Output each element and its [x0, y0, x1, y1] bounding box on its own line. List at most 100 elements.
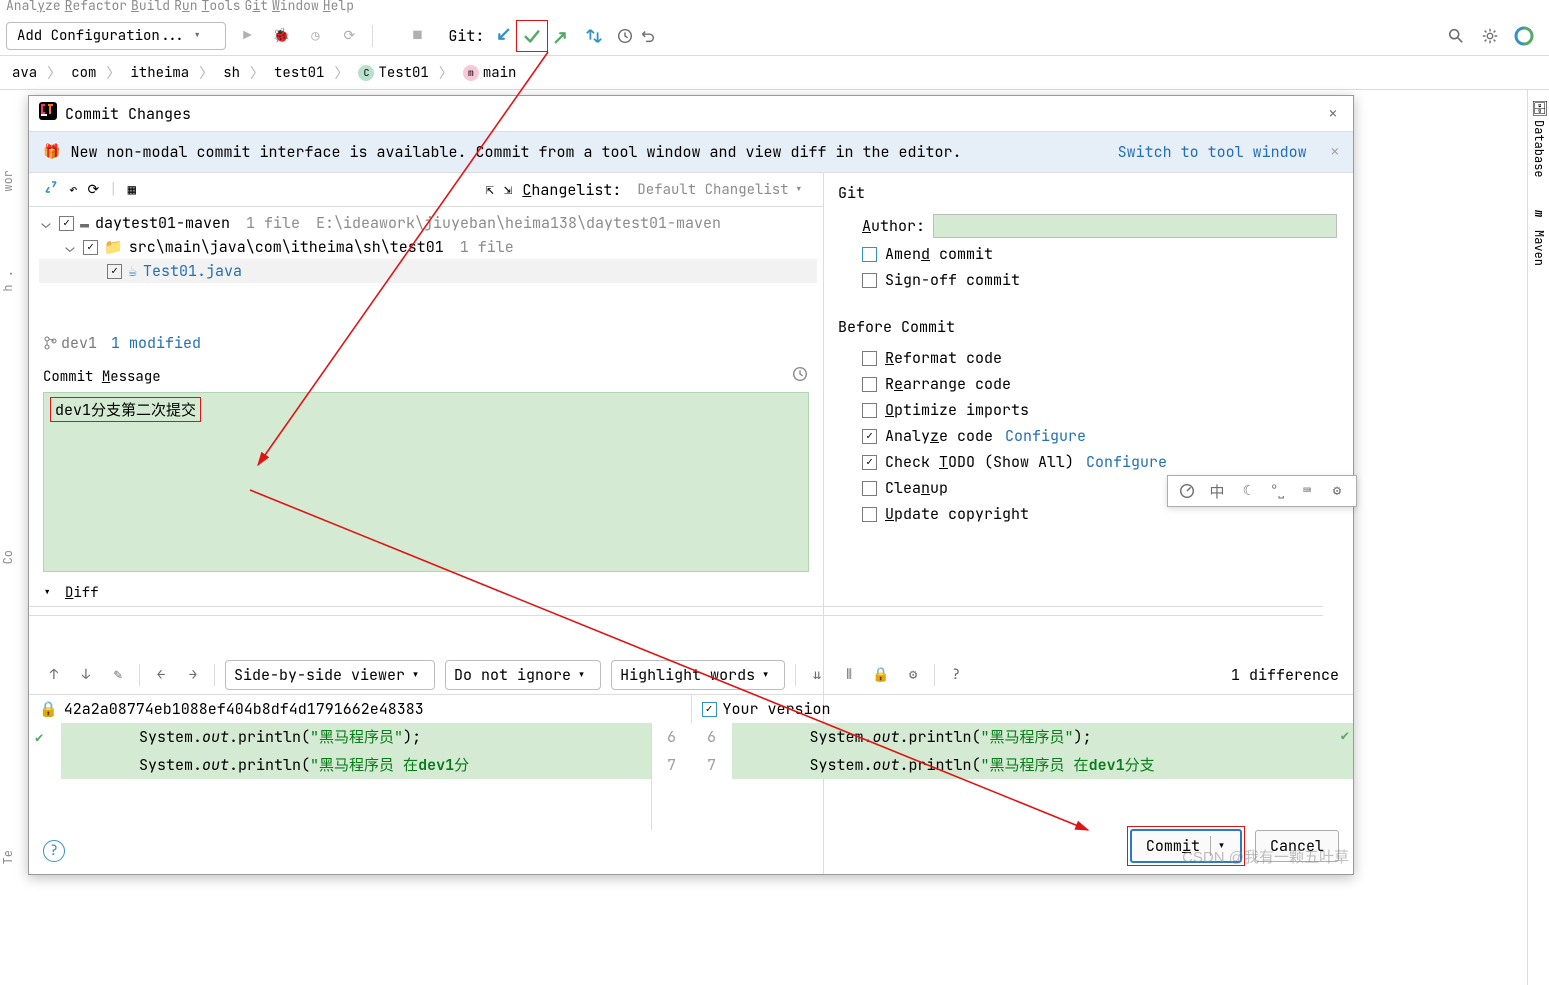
configure-link[interactable]: Configure [1005, 426, 1086, 446]
your-version-checkbox[interactable] [702, 702, 717, 717]
menu-item[interactable]: Tools [202, 0, 241, 14]
debug-icon[interactable]: 🐞 [270, 25, 292, 47]
diff-viewer-select[interactable]: Side-by-side viewer ▾ [225, 660, 435, 690]
sync-scroll-icon[interactable]: ⫴ [838, 664, 860, 686]
breadcrumb-item[interactable]: sh [213, 61, 250, 85]
modified-count[interactable]: 1 modified [111, 333, 201, 353]
breadcrumb-item[interactable]: mmain [453, 61, 527, 85]
prev-file-icon[interactable]: ← [150, 664, 172, 686]
breadcrumb-item[interactable]: itheima [120, 61, 199, 85]
collapse-unchanged-icon[interactable]: ⇊ [806, 664, 828, 686]
gift-icon: 🎁 [43, 143, 60, 161]
menu-item[interactable]: Git [245, 0, 268, 14]
breadcrumb-item[interactable]: test01 [264, 61, 334, 85]
checkbox[interactable] [83, 240, 98, 255]
run-icon[interactable]: ▶ [236, 25, 258, 47]
checkbox[interactable] [107, 264, 122, 279]
menu-item[interactable]: Refactor [65, 0, 127, 14]
ignore-select[interactable]: Do not ignore ▾ [445, 660, 601, 690]
menu-item[interactable]: Window [272, 0, 319, 14]
left-revision-label: 42a2a08774eb1088ef404b8df4d1791662e48383 [64, 699, 424, 719]
prev-diff-icon[interactable]: ↑ [43, 664, 65, 686]
configure-link[interactable]: Configure [1086, 452, 1167, 472]
gear-icon[interactable] [1479, 25, 1501, 47]
maven-m: m [1531, 210, 1547, 217]
tree-file[interactable]: ☕ Test01.java [39, 259, 817, 283]
group-icon[interactable]: ▦ [128, 181, 136, 199]
diff-toolbar-full: ↑ ↓ ✎ ← → Side-by-side viewer ▾ Do not i… [29, 656, 1353, 695]
show-diff-icon[interactable] [43, 179, 59, 200]
help-icon[interactable]: ? [945, 664, 967, 686]
history-icon[interactable] [614, 25, 636, 47]
signoff-checkbox[interactable] [862, 273, 877, 288]
changelist-select[interactable]: Default Changelist ▾ [631, 181, 809, 199]
rollback-icon[interactable] [636, 25, 658, 47]
menu-item[interactable]: Help [323, 0, 354, 14]
changes-toolbar: ↶ ⟳ | ▦ ⇱ ⇲ Changelist: Default Changeli… [29, 173, 823, 207]
analyze-checkbox[interactable] [862, 429, 877, 444]
diff-label: Diff [65, 584, 99, 602]
expand-toggle-icon[interactable]: ⌄ [63, 237, 77, 257]
optimize-checkbox[interactable] [862, 403, 877, 418]
breadcrumb-item[interactable]: CTest01 [348, 61, 438, 85]
diff-header: ▾ Diff [29, 580, 823, 606]
copyright-checkbox[interactable] [862, 507, 877, 522]
dismiss-icon[interactable]: ✕ [1331, 143, 1339, 161]
help-icon[interactable]: ? [43, 840, 65, 862]
coverage-icon[interactable]: ◷ [304, 25, 326, 47]
search-icon[interactable] [1445, 25, 1467, 47]
amend-checkbox[interactable] [862, 247, 877, 262]
expand-toggle-icon[interactable]: ⌄ [39, 213, 53, 233]
diff-gutter: 67 67 [652, 723, 732, 830]
maven-toolwindow[interactable]: Maven [1531, 230, 1547, 266]
database-toolwindow[interactable]: Database [1531, 120, 1547, 178]
breadcrumb-item[interactable]: ava [2, 61, 47, 85]
gear-icon[interactable]: ⚙ [1326, 480, 1348, 502]
menu-item[interactable]: Analyze [6, 0, 61, 14]
degree-icon[interactable]: °⎵ [1266, 480, 1288, 502]
breadcrumb-item[interactable]: com [61, 61, 106, 85]
highlight-select[interactable]: Highlight words ▾ [611, 660, 785, 690]
reformat-checkbox[interactable] [862, 351, 877, 366]
menu-item[interactable]: Run [174, 0, 197, 14]
git-commit-icon[interactable] [519, 22, 545, 50]
author-input[interactable] [933, 214, 1337, 238]
zh-icon[interactable]: 中 [1206, 480, 1228, 502]
before-commit-title: Before Commit [838, 313, 1337, 345]
profile-icon[interactable]: ⟳ [338, 25, 360, 47]
floating-ide-toolbar[interactable]: 中 ☾ °⎵ ⌨ ⚙ [1167, 475, 1357, 507]
keyboard-icon[interactable]: ⌨ [1296, 480, 1318, 502]
git-push-icon[interactable] [548, 22, 576, 50]
non-modal-notification: 🎁 New non-modal commit interface is avai… [29, 131, 1353, 173]
accept-change-icon[interactable]: ✔ [35, 729, 43, 747]
tree-folder[interactable]: ⌄ 📁 src\main\java\com\itheima\sh\test01 … [39, 235, 817, 259]
moon-icon[interactable]: ☾ [1236, 480, 1258, 502]
cleanup-checkbox[interactable] [862, 481, 877, 496]
refresh-icon[interactable]: ⟳ [87, 181, 99, 199]
lock-icon[interactable]: 🔒 [870, 664, 892, 686]
stop-icon[interactable]: ■ [406, 25, 428, 47]
branch-indicator[interactable]: dev1 [43, 333, 97, 353]
history-icon[interactable] [791, 365, 809, 388]
git-pull-icon[interactable] [488, 22, 516, 50]
database-icon[interactable]: 🗄 [1531, 100, 1549, 118]
next-file-icon[interactable]: → [182, 664, 204, 686]
gauge-icon[interactable] [1176, 480, 1198, 502]
checkbox[interactable] [59, 216, 74, 231]
gear-icon[interactable]: ⚙ [902, 664, 924, 686]
close-icon[interactable]: ✕ [1323, 104, 1343, 124]
todo-checkbox[interactable] [862, 455, 877, 470]
tree-root[interactable]: ⌄ ▬ daytest01-maven 1 file E:\ideawork\j… [39, 211, 817, 235]
git-update-icon[interactable] [580, 22, 608, 50]
menu-item[interactable]: Build [131, 0, 170, 14]
collapse-icon[interactable]: ⇲ [504, 181, 512, 199]
run-configuration-dropdown[interactable]: Add Configuration... ▾ [6, 22, 226, 50]
next-diff-icon[interactable]: ↓ [75, 664, 97, 686]
switch-tool-window-link[interactable]: Switch to tool window [1118, 142, 1307, 162]
edit-icon[interactable]: ✎ [107, 664, 129, 686]
expand-icon[interactable]: ⇱ [485, 181, 493, 199]
rollback-icon[interactable]: ↶ [69, 181, 77, 199]
rearrange-checkbox[interactable] [862, 377, 877, 392]
collapse-toggle-icon[interactable]: ▾ [43, 584, 57, 602]
commit-message-textarea[interactable]: dev1分支第二次提交 [43, 392, 809, 572]
